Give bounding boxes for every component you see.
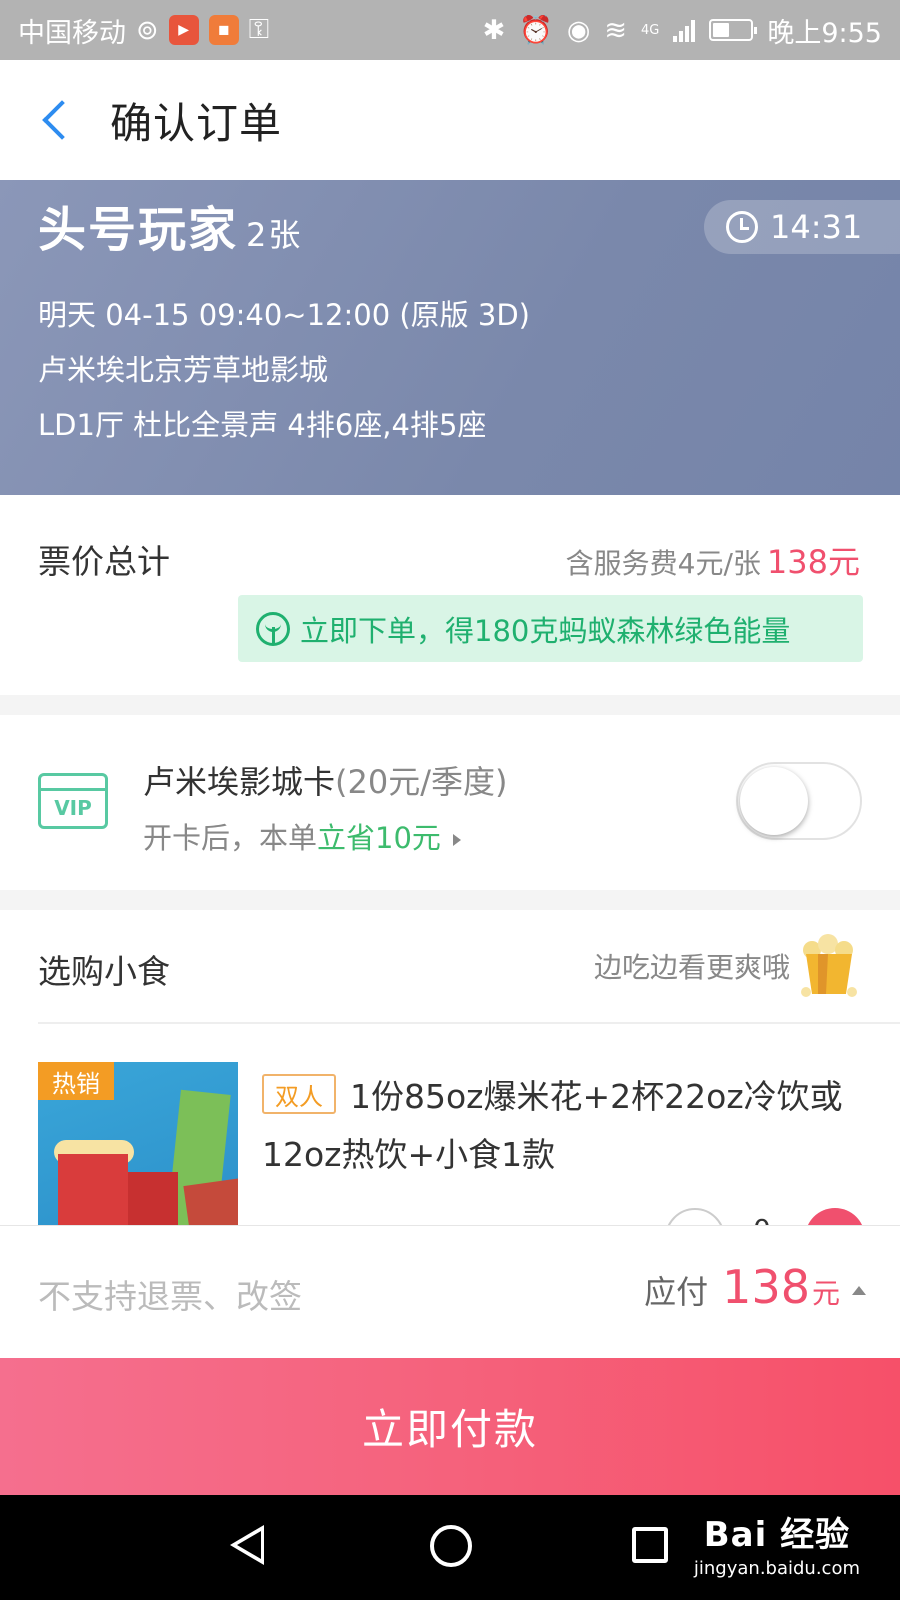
key-icon: ⚿ <box>248 14 270 45</box>
vip-card-name: 卢米埃影城卡 <box>143 763 336 801</box>
battery-icon <box>709 19 758 41</box>
signal-icon <box>673 18 696 42</box>
hot-sale-badge: 热销 <box>38 1062 114 1100</box>
price-amount: 138元 <box>766 543 860 581</box>
refund-note: 不支持退票、改签 <box>38 1277 302 1316</box>
energy-promo-banner: 立即下单，得180克蚂蚁森林绿色能量 <box>238 595 863 662</box>
quantity-minus-button[interactable] <box>665 1208 725 1225</box>
showtime: 明天 04-15 09:40~12:00 (原版 3D) <box>38 298 530 332</box>
quantity-value: 0 <box>753 1213 771 1225</box>
countdown-value: 14:31 <box>770 208 863 246</box>
page-header: 确认订单 <box>0 60 900 180</box>
sync-icon: ⊚ <box>136 14 159 46</box>
baidu-watermark: Bai 经验 jingyan.baidu.com <box>694 1507 860 1579</box>
ticket-count: 2张 <box>246 216 303 254</box>
caret-up-icon <box>852 1286 866 1295</box>
service-fee: 含服务费4元/张 <box>565 547 761 580</box>
back-arrow-icon[interactable] <box>38 100 78 140</box>
nav-recent-icon[interactable] <box>632 1527 668 1563</box>
status-right: ✱ ⏰ ◉ ≋ 4G 晚上9:55 <box>483 11 882 50</box>
countdown-timer: 14:31 <box>704 200 900 254</box>
page-title: 确认订单 <box>110 98 283 148</box>
status-bar: 中国移动 ⊚ ▶ ◼ ⚿ ✱ ⏰ ◉ ≋ 4G 晚上9:55 <box>0 0 900 60</box>
snack-bag-shape <box>183 1178 238 1225</box>
vip-card-benefit[interactable]: 开卡后，本单立省10元 <box>143 815 461 857</box>
bucket-shape <box>58 1154 128 1225</box>
price-total-label: 票价总计 <box>38 542 170 581</box>
toggle-knob <box>740 767 808 835</box>
wifi-icon: ≋ <box>604 14 627 46</box>
total-bar: 不支持退票、改签 应付 138 元 <box>0 1225 900 1358</box>
movie-title-row: 头号玩家 2张 <box>38 190 302 260</box>
vip-card-price: (20元/季度) <box>335 763 508 801</box>
app-notification-icon: ◼ <box>208 15 239 45</box>
snacks-title: 选购小食 <box>38 952 170 991</box>
popcorn-icon <box>801 934 857 997</box>
clock-icon <box>726 211 758 243</box>
seat-info: LD1厅 杜比全景声 4排6座,4排5座 <box>38 408 487 442</box>
total-unit: 元 <box>811 1277 840 1310</box>
system-nav-bar: Bai 经验 jingyan.baidu.com <box>0 1495 900 1600</box>
movie-title: 头号玩家 <box>38 202 239 258</box>
total-summary[interactable]: 应付 138 元 <box>644 1260 866 1314</box>
status-left: 中国移动 ⊚ ▶ ◼ ⚿ <box>18 11 269 50</box>
cinema-name: 卢米埃北京芳草地影城 <box>38 353 329 387</box>
combo-image[interactable]: 热销 <box>38 1062 238 1225</box>
combo-tag: 双人 <box>262 1074 336 1114</box>
chevron-right-icon <box>452 834 461 846</box>
vip-benefit-prefix: 开卡后，本单 <box>143 821 318 855</box>
bucket-shape <box>128 1172 178 1225</box>
nav-back-icon[interactable] <box>230 1525 264 1565</box>
carrier-label: 中国移动 <box>18 17 126 49</box>
total-label: 应付 <box>644 1273 709 1311</box>
price-summary: 含服务费4元/张 138元 <box>566 537 860 583</box>
bluetooth-icon: ✱ <box>482 14 506 46</box>
price-card: 票价总计 含服务费4元/张 138元 立即下单，得180克蚂蚁森林绿色能量 <box>0 495 900 695</box>
snacks-divider <box>38 1022 900 1024</box>
energy-promo-text: 立即下单，得180克蚂蚁森林绿色能量 <box>300 613 791 648</box>
snacks-hint: 边吃边看更爽哦 <box>593 951 790 984</box>
vip-card-section: VIP 卢米埃影城卡(20元/季度) 开卡后，本单立省10元 <box>0 715 900 890</box>
watermark-url: jingyan.baidu.com <box>693 1558 860 1579</box>
vip-benefit-save: 立省10元 <box>317 821 441 855</box>
vip-card-icon: VIP <box>38 773 108 829</box>
vip-card-toggle[interactable] <box>736 762 862 840</box>
nav-home-icon[interactable] <box>430 1525 472 1567</box>
vip-card-title: 卢米埃影城卡(20元/季度) <box>143 757 508 803</box>
eye-icon: ◉ <box>566 14 591 46</box>
leaf-icon <box>256 611 290 646</box>
pay-now-button[interactable]: 立即付款 <box>0 1358 900 1495</box>
combo-description: 1份85oz爆米花+2杯22oz冷饮或12oz热饮+小食1款 <box>262 1077 843 1174</box>
status-time: 晚上9:55 <box>767 17 882 49</box>
movie-banner: 头号玩家 2张 14:31 明天 04-15 09:40~12:00 (原版 3D… <box>0 180 900 495</box>
quantity-plus-button[interactable] <box>805 1208 865 1225</box>
total-amount: 138 <box>722 1260 810 1314</box>
alarm-icon: ⏰ <box>519 15 553 46</box>
vip-icon-text: VIP <box>54 796 92 820</box>
watermark-logo: Bai 经验 <box>703 1515 851 1555</box>
network-type: 4G <box>641 22 660 38</box>
snacks-section: 选购小食 边吃边看更爽哦 热销 1份85oz爆米花+2杯22oz冷饮或12oz热… <box>0 910 900 1225</box>
video-app-icon: ▶ <box>168 15 199 45</box>
